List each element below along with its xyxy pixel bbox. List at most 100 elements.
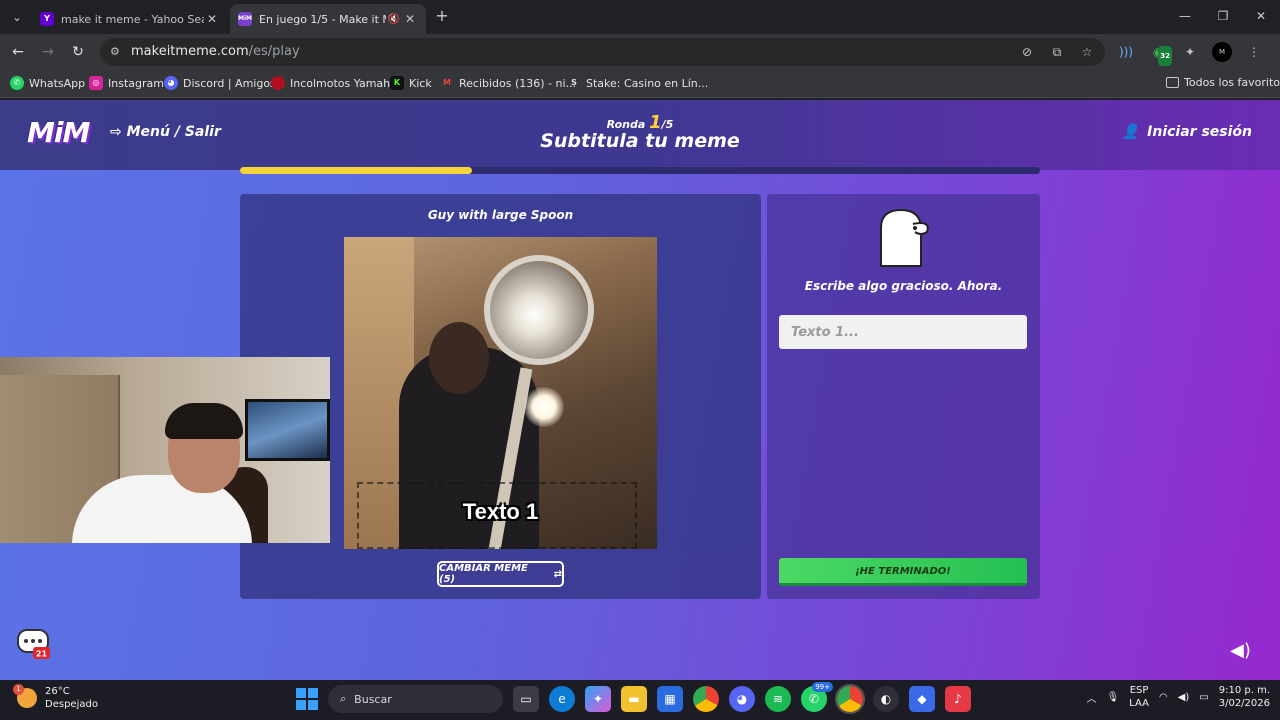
star-icon[interactable]: ☆ — [1079, 43, 1095, 61]
discord-icon[interactable]: ◕ — [729, 686, 755, 712]
wifi-icon[interactable]: ◠ — [1159, 692, 1168, 703]
bookmark-label: Stake: Casino en Lín... — [586, 76, 709, 90]
restore-icon[interactable]: ❐ — [1204, 0, 1242, 32]
tiktok-icon[interactable]: ♪ — [945, 686, 971, 712]
bookmark-gmail[interactable]: M Recibidos (136) - ni... — [440, 76, 576, 90]
volume-icon[interactable]: ◀) — [1178, 692, 1190, 703]
weather-temp: 26°C — [45, 686, 70, 697]
mim-logo[interactable]: MiM — [27, 116, 90, 149]
puzzle-icon[interactable]: ✦ — [1180, 42, 1200, 62]
edge-icon[interactable]: e — [549, 686, 575, 712]
done-button[interactable]: ¡HE TERMINADO! — [779, 558, 1027, 586]
bookmark-yamaha[interactable]: Incolmotos Yamaha — [271, 76, 397, 90]
task-view-icon[interactable]: ▭ — [513, 686, 539, 712]
close-tab-icon[interactable]: ✕ — [402, 12, 418, 26]
tab-strip: ⌄ Y make it meme - Yahoo Search T ✕ MiM … — [0, 0, 1280, 34]
bookmark-label: Instagram — [108, 76, 164, 90]
tab-yahoo[interactable]: Y make it meme - Yahoo Search T ✕ — [32, 4, 228, 34]
extension-badge: 32 — [1158, 46, 1172, 66]
caption-panel: Escribe algo gracioso. Ahora. ¡HE TERMIN… — [767, 194, 1040, 599]
chevron-up-icon[interactable]: ︿ — [1086, 690, 1096, 705]
cast-icon[interactable]: ))) — [1116, 42, 1136, 62]
url-text[interactable]: makeitmeme.com/es/play — [131, 44, 300, 59]
change-meme-button[interactable]: CAMBIAR MEME (5) ⇄ — [437, 561, 564, 587]
mute-tab-icon[interactable]: 🔇 — [386, 14, 402, 25]
weather-widget[interactable]: 1 26°C Despejado — [13, 684, 98, 711]
back-icon[interactable]: ← — [8, 42, 28, 62]
bookmark-kick[interactable]: K Kick — [390, 76, 432, 90]
tab-makeitmeme[interactable]: MiM En juego 1/5 - Make it Mem 🔇 ✕ — [230, 4, 426, 34]
steam-icon[interactable]: ◐ — [873, 686, 899, 712]
mim-favicon-icon: MiM — [238, 12, 252, 26]
weather-sun-icon: 1 — [13, 684, 37, 708]
reload-icon[interactable]: ↻ — [68, 42, 88, 62]
windows-start-icon[interactable] — [296, 688, 318, 710]
round-timer-fill — [240, 167, 472, 174]
folder-icon — [1166, 77, 1179, 88]
speaker-icon[interactable]: ◀) — [1230, 640, 1254, 662]
site-info-icon[interactable]: ⚙ — [110, 45, 124, 59]
bookmark-stake[interactable]: S Stake: Casino en Lín... — [567, 76, 708, 90]
bookmark-instagram[interactable]: ◎ Instagram — [89, 76, 164, 90]
all-bookmarks[interactable]: Todos los favoritos — [1166, 76, 1280, 89]
whatsapp-badge: 99+ — [812, 682, 833, 692]
taskbar-search[interactable]: ⌕ Buscar — [328, 685, 503, 713]
whatsapp-icon: ✆ — [10, 76, 24, 90]
eye-off-icon[interactable]: ⊘ — [1019, 43, 1035, 61]
whatsapp-icon[interactable]: ✆ 99+ — [801, 682, 833, 712]
microphone-icon[interactable]: 🎙 — [1106, 692, 1119, 703]
user-icon: 👤 — [1121, 124, 1140, 140]
exit-icon: ⇨ — [110, 124, 127, 140]
yamaha-icon — [271, 76, 285, 90]
gmail-icon: M — [443, 78, 451, 87]
kebab-menu-icon[interactable]: ⋮ — [1244, 42, 1264, 62]
webcam-tv — [245, 399, 330, 461]
forward-icon[interactable]: → — [38, 42, 58, 62]
url-path: /es/play — [248, 44, 300, 59]
tab-search-icon[interactable]: ⌄ — [6, 7, 28, 27]
login-label: Iniciar sesión — [1147, 124, 1252, 140]
language-indicator[interactable]: ESP LAA — [1129, 684, 1149, 710]
address-bar[interactable]: ⚙ makeitmeme.com/es/play ⊘ ⧉ ☆ — [100, 38, 1105, 66]
meme-image: Texto 1 — [344, 237, 657, 549]
browser-toolbar: ← → ↻ ⚙ makeitmeme.com/es/play ⊘ ⧉ ☆ )))… — [0, 34, 1280, 70]
store-icon[interactable]: ▦ — [657, 686, 683, 712]
bookmark-label: Discord | Amigos — [183, 76, 276, 90]
bookmarks-bar: ✆ WhatsApp ◎ Instagram ◕ Discord | Amigos I… — [0, 70, 1280, 98]
spotify-icon[interactable]: ≋ — [765, 686, 791, 712]
clock-time: 9:10 p. m. — [1218, 685, 1270, 696]
bookmark-whatsapp[interactable]: ✆ WhatsApp — [10, 76, 85, 90]
chat-icon[interactable]: 21 — [17, 628, 51, 660]
profile-avatar-icon[interactable]: M — [1212, 42, 1232, 62]
caption-input[interactable] — [779, 315, 1027, 349]
meme-glow — [524, 387, 564, 427]
battery-icon[interactable]: ▭ — [1199, 692, 1208, 703]
search-icon: ⌕ — [340, 692, 347, 705]
clock[interactable]: 9:10 p. m. 3/02/2026 — [1219, 684, 1270, 710]
login-button[interactable]: 👤 Iniciar sesión — [1122, 124, 1252, 140]
install-app-icon[interactable]: ⧉ — [1049, 43, 1065, 61]
minimize-icon[interactable]: — — [1166, 0, 1204, 32]
close-window-icon[interactable]: ✕ — [1242, 0, 1280, 32]
clock-date: 3/02/2026 — [1218, 698, 1270, 709]
chrome-icon[interactable] — [693, 686, 719, 712]
change-meme-label: CAMBIAR MEME (5) — [439, 563, 528, 585]
menu-exit-link[interactable]: ⇨ Menú / Salir — [110, 124, 221, 140]
close-tab-icon[interactable]: ✕ — [204, 12, 220, 26]
new-tab-icon[interactable]: + — [432, 6, 452, 26]
tab-title: En juego 1/5 - Make it Mem — [259, 12, 386, 26]
bookmark-discord[interactable]: ◕ Discord | Amigos — [164, 76, 276, 90]
bookmark-label: Recibidos (136) - ni... — [459, 76, 577, 90]
bookmark-label: Kick — [409, 76, 432, 90]
copilot-icon[interactable]: ✦ — [585, 686, 611, 712]
yahoo-favicon-icon: Y — [40, 12, 54, 26]
omnibox-actions: ⊘ ⧉ ☆ — [1019, 43, 1095, 61]
game-header: MiM ⇨ Menú / Salir Ronda 1/5 Subtitula t… — [0, 100, 1280, 174]
chrome-profile-icon[interactable] — [835, 684, 865, 714]
file-explorer-icon[interactable]: ▬ — [621, 686, 647, 712]
lang-code: ESP — [1129, 685, 1149, 696]
stake-icon: S — [571, 78, 577, 87]
roblox-icon[interactable]: ◆ — [909, 686, 935, 712]
extension-badge-icon[interactable]: ◉32 — [1148, 42, 1172, 66]
extensions-area: ))) ◉32 ✦ M ⋮ — [1116, 42, 1264, 66]
